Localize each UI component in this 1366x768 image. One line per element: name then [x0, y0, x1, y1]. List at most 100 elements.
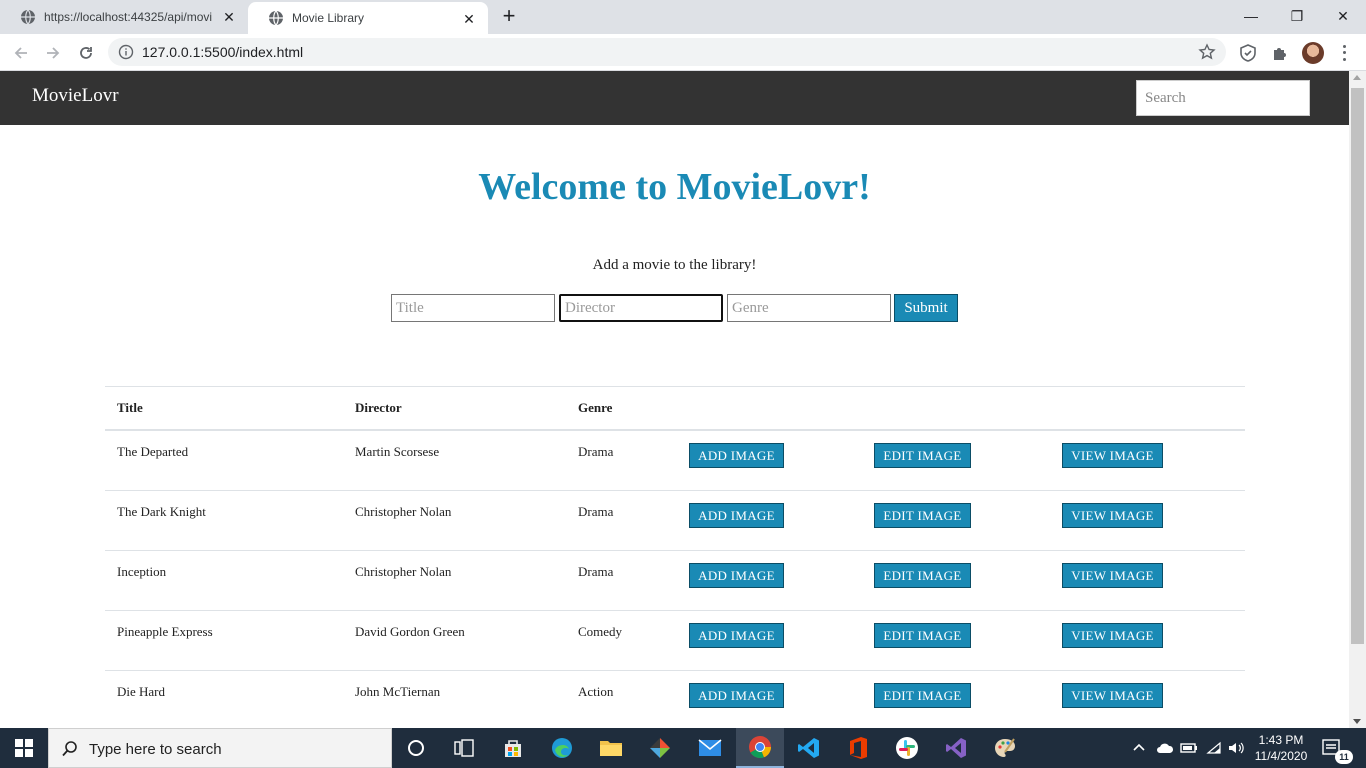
- taskbar-office-app[interactable]: [834, 728, 882, 768]
- edit-image-button[interactable]: EDIT IMAGE: [874, 623, 971, 648]
- info-icon[interactable]: [118, 44, 134, 60]
- close-tab-icon[interactable]: ✕: [220, 8, 238, 26]
- site-navbar: MovieLovr: [0, 71, 1349, 125]
- task-view-button[interactable]: [440, 728, 488, 768]
- view-image-button[interactable]: VIEW IMAGE: [1062, 443, 1163, 468]
- folder-icon: [600, 741, 622, 756]
- page-scrollbar[interactable]: [1349, 71, 1366, 728]
- scroll-up-arrow-icon[interactable]: [1353, 75, 1361, 80]
- genre-input[interactable]: [727, 294, 891, 322]
- tab-title: https://localhost:44325/api/movi: [44, 10, 213, 24]
- action-center-button[interactable]: 11: [1322, 728, 1353, 768]
- add-image-button[interactable]: ADD IMAGE: [689, 563, 784, 588]
- table-row: Inception Christopher Nolan Drama ADD IM…: [105, 551, 1245, 611]
- table-row: Die Hard John McTiernan Action ADD IMAGE…: [105, 671, 1245, 728]
- tab-api-movies[interactable]: https://localhost:44325/api/movi ✕: [0, 0, 248, 34]
- table-row: The Dark Knight Christopher Nolan Drama …: [105, 491, 1245, 551]
- wifi-tray-button[interactable]: [1206, 728, 1222, 768]
- globe-icon: [269, 10, 283, 26]
- extensions-puzzle-icon[interactable]: [1270, 43, 1290, 63]
- browser-menu-button[interactable]: [1336, 43, 1352, 63]
- taskbar-explorer-app[interactable]: [587, 728, 635, 768]
- page-title: Welcome to MovieLovr!: [478, 166, 871, 208]
- taskbar-vscode-app[interactable]: [785, 728, 833, 768]
- task-view-icon: [454, 739, 474, 757]
- movie-director: John McTiernan: [355, 684, 441, 699]
- movie-title: Inception: [117, 564, 167, 579]
- header-director: Director: [355, 400, 402, 415]
- taskbar-paint-app[interactable]: [981, 728, 1029, 768]
- mail-envelope-icon: [698, 739, 722, 756]
- cortana-button[interactable]: [392, 728, 440, 768]
- paint-palette-icon: [995, 738, 1015, 757]
- brand-logo[interactable]: MovieLovr: [32, 85, 119, 107]
- profile-avatar[interactable]: [1302, 42, 1324, 64]
- add-image-button[interactable]: ADD IMAGE: [689, 503, 784, 528]
- edit-image-button[interactable]: EDIT IMAGE: [874, 503, 971, 528]
- title-input[interactable]: [391, 294, 555, 322]
- movie-genre: Drama: [578, 444, 614, 459]
- taskbar-edge-app[interactable]: [538, 728, 586, 768]
- chrome-browser-icon: [749, 736, 772, 759]
- scroll-down-arrow-icon[interactable]: [1353, 719, 1361, 724]
- restore-button[interactable]: ❐: [1274, 0, 1320, 32]
- view-image-button[interactable]: VIEW IMAGE: [1062, 683, 1163, 708]
- submit-button[interactable]: Submit: [894, 294, 958, 322]
- minimize-button[interactable]: —: [1228, 0, 1274, 32]
- scrollbar-thumb[interactable]: [1351, 88, 1364, 644]
- site-search-input[interactable]: [1136, 80, 1310, 116]
- speaker-icon: [1229, 742, 1244, 754]
- office-icon: [850, 737, 867, 759]
- add-image-button[interactable]: ADD IMAGE: [689, 623, 784, 648]
- taskbar-chrome-app[interactable]: [736, 728, 784, 768]
- battery-tray-button[interactable]: [1180, 728, 1198, 768]
- taskbar-mail-app[interactable]: [686, 728, 734, 768]
- shield-icon[interactable]: [1238, 43, 1258, 63]
- back-button[interactable]: [8, 40, 34, 66]
- windows-logo-icon: [15, 739, 33, 757]
- add-movie-caption: Add a movie to the library!: [592, 257, 757, 273]
- header-title: Title: [117, 400, 143, 415]
- store-bag-icon: [505, 740, 521, 757]
- taskbar-clock[interactable]: 1:43 PM 11/4/2020: [1248, 732, 1314, 764]
- movie-director: Christopher Nolan: [355, 564, 452, 579]
- reload-button[interactable]: [73, 40, 99, 66]
- director-input[interactable]: [559, 294, 723, 322]
- edit-image-button[interactable]: EDIT IMAGE: [874, 683, 971, 708]
- slack-icon: [896, 737, 918, 759]
- view-image-button[interactable]: VIEW IMAGE: [1062, 563, 1163, 588]
- taskbar-search-box[interactable]: Type here to search: [48, 728, 392, 768]
- show-hidden-icons-button[interactable]: [1132, 728, 1146, 768]
- taskbar-git-app[interactable]: [636, 728, 684, 768]
- onedrive-tray-button[interactable]: [1156, 728, 1174, 768]
- bookmark-star-icon[interactable]: [1198, 43, 1216, 61]
- cortana-circle-icon: [408, 740, 424, 756]
- taskbar: Type here to search 1:43 PM 11/4/2020 11: [0, 728, 1366, 768]
- taskbar-visual-studio-app[interactable]: [932, 728, 980, 768]
- forward-button[interactable]: [40, 40, 66, 66]
- wifi-icon: [1206, 741, 1221, 754]
- movie-title: The Departed: [117, 444, 189, 459]
- add-image-button[interactable]: ADD IMAGE: [689, 683, 784, 708]
- taskbar-slack-app[interactable]: [883, 728, 931, 768]
- chevron-up-icon: [1133, 743, 1145, 751]
- address-bar[interactable]: 127.0.0.1:5500/index.html: [108, 38, 1226, 66]
- notification-count-badge: 11: [1335, 750, 1353, 764]
- view-image-button[interactable]: VIEW IMAGE: [1062, 503, 1163, 528]
- add-image-button[interactable]: ADD IMAGE: [689, 443, 784, 468]
- close-tab-icon[interactable]: ✕: [460, 10, 478, 28]
- start-button[interactable]: [0, 728, 48, 768]
- movie-title: Die Hard: [117, 684, 166, 699]
- taskbar-store-app[interactable]: [489, 728, 537, 768]
- battery-icon: [1180, 743, 1197, 753]
- close-window-button[interactable]: ✕: [1320, 0, 1366, 32]
- new-tab-button[interactable]: +: [497, 5, 521, 29]
- table-row: Pineapple Express David Gordon Green Com…: [105, 611, 1245, 671]
- edit-image-button[interactable]: EDIT IMAGE: [874, 563, 971, 588]
- arrow-left-icon: [14, 47, 27, 59]
- tab-movie-library[interactable]: Movie Library ✕: [248, 2, 488, 34]
- view-image-button[interactable]: VIEW IMAGE: [1062, 623, 1163, 648]
- movie-director: Christopher Nolan: [355, 504, 452, 519]
- edit-image-button[interactable]: EDIT IMAGE: [874, 443, 971, 468]
- volume-tray-button[interactable]: [1228, 728, 1244, 768]
